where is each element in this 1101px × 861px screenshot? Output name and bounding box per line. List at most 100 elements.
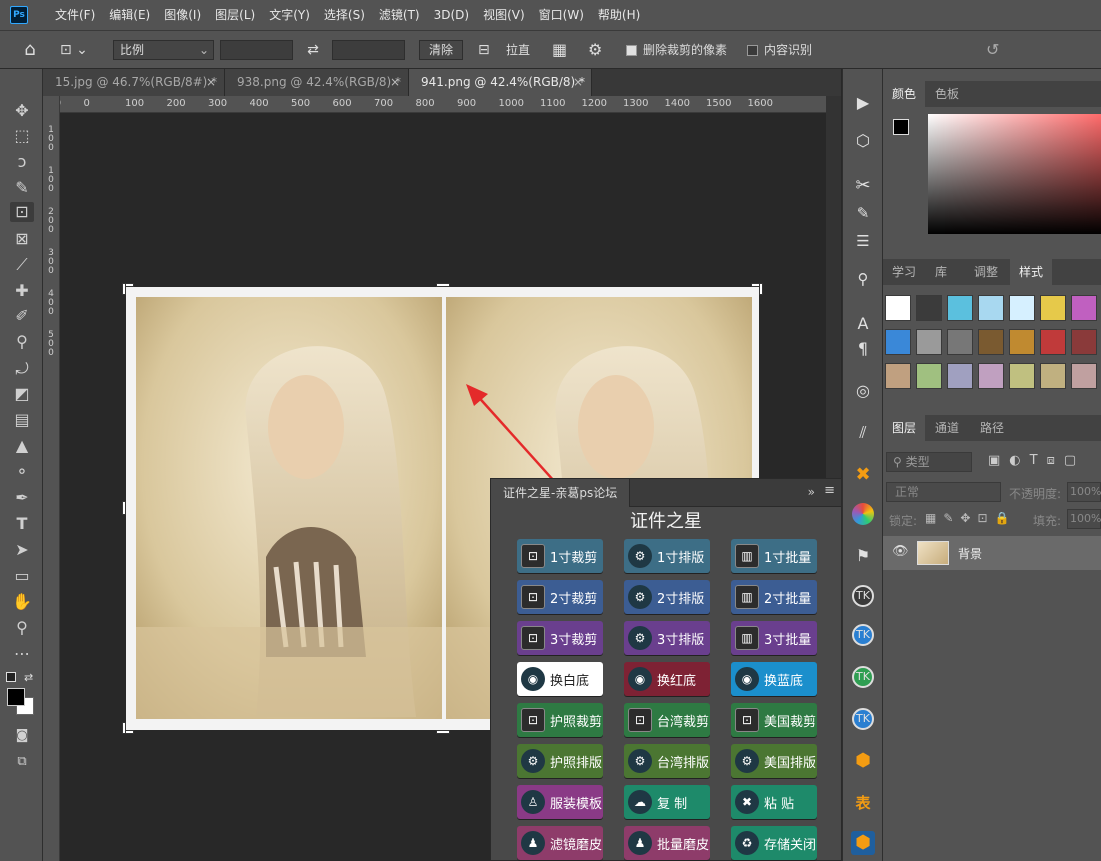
plugin-button[interactable]: ◉ 换蓝底 — [731, 662, 817, 696]
stamp-plugin-icon[interactable]: ⚑ — [851, 544, 875, 568]
layer-filter-select[interactable]: ⚲ 类型 — [886, 452, 972, 472]
plugin-button[interactable]: ⊡ 3寸裁剪 — [517, 621, 603, 655]
default-colors-icon[interactable] — [6, 672, 16, 682]
zoom-tool-icon[interactable]: ⚲ — [10, 618, 34, 638]
eye-icon[interactable]: 👁 — [892, 544, 909, 559]
plugin-button[interactable]: ⚙ 台湾排版 — [624, 744, 710, 778]
plugin-button[interactable]: ◉ 换白底 — [517, 662, 603, 696]
plugin-button[interactable]: ⚙ 3寸排版 — [624, 621, 710, 655]
close-icon[interactable]: × — [390, 69, 400, 96]
crop-handle-top-right-v[interactable] — [759, 283, 763, 295]
tab-layers[interactable]: 图层 — [883, 415, 926, 441]
style-preset-swatch[interactable] — [916, 363, 942, 389]
play-icon[interactable]: ▶ — [851, 91, 875, 115]
type-tool-icon[interactable]: T — [10, 514, 34, 534]
tab-adjustments[interactable]: 调整 — [965, 259, 1007, 285]
style-preset-swatch[interactable] — [1040, 295, 1066, 321]
plugin-button[interactable]: ♻ 存储关闭 — [731, 826, 817, 860]
plugin-button[interactable]: ✖ 粘 贴 — [731, 785, 817, 819]
clone-source-icon[interactable]: ⚲ — [851, 267, 875, 291]
crop-handle-left[interactable] — [122, 501, 126, 515]
menu-item[interactable]: 文件(F) — [48, 0, 102, 30]
plugin-button[interactable]: ⚙ 2寸排版 — [624, 580, 710, 614]
marquee-tool-icon[interactable]: ⬚ — [10, 126, 34, 146]
plugin-button[interactable]: ⚙ 1寸排版 — [624, 539, 710, 573]
style-preset-swatch[interactable] — [1009, 329, 1035, 355]
crop-tool-preset-icon[interactable]: ⊡ ⌄ — [60, 40, 100, 60]
table-plugin-icon[interactable]: 表 — [851, 791, 875, 815]
style-preset-swatch[interactable] — [1009, 363, 1035, 389]
menu-item[interactable]: 视图(V) — [476, 0, 532, 30]
straighten-label[interactable]: 拉直 — [506, 40, 530, 60]
adjust-sliders-icon[interactable]: ☰ — [851, 229, 875, 253]
tab-941-png[interactable]: 941.png @ 42.4%(RGB/8) * × — [409, 69, 592, 96]
height-input[interactable] — [332, 40, 405, 60]
blur-tool-icon[interactable]: ▲ — [10, 436, 34, 456]
stamp-tool-icon[interactable]: ⚲ — [10, 332, 34, 352]
style-preset-swatch[interactable] — [916, 329, 942, 355]
character-icon[interactable]: A — [851, 312, 875, 336]
quick-mask-icon[interactable]: ◙ — [10, 726, 34, 746]
home-icon[interactable]: ⌂ — [18, 40, 42, 60]
grid-overlay-icon[interactable]: ▦ — [552, 40, 572, 60]
style-preset-swatch[interactable] — [885, 329, 911, 355]
plugin-button[interactable]: ⊡ 美国裁剪 — [731, 703, 817, 737]
style-preset-swatch[interactable] — [1071, 363, 1097, 389]
plugin-button[interactable]: ♙ 服装模板 — [517, 785, 603, 819]
menu-item[interactable]: 窗口(W) — [532, 0, 591, 30]
menu-item[interactable]: 3D(D) — [427, 0, 476, 30]
plugin-button[interactable]: ♟ 滤镜磨皮 — [517, 826, 603, 860]
pen-tool-icon[interactable]: ✒ — [10, 488, 34, 508]
tab-swatches[interactable]: 色板 — [926, 81, 968, 107]
ratio-select[interactable]: 比例 ⌄ — [113, 40, 214, 60]
plugin-button[interactable]: ⊡ 1寸裁剪 — [517, 539, 603, 573]
tab-learn[interactable]: 学习 — [883, 259, 925, 285]
scissors-icon[interactable]: ✂ — [851, 174, 875, 198]
dodge-tool-icon[interactable]: ⚬ — [10, 462, 34, 482]
layer-row[interactable]: 👁 背景 — [883, 536, 1101, 570]
tk-plugin-blue2-icon[interactable]: TK — [852, 708, 874, 730]
tab-styles[interactable]: 样式 — [1010, 259, 1053, 285]
history-brush-tool-icon[interactable]: ⤾ — [10, 359, 34, 379]
plugin-button[interactable]: ⊡ 台湾裁剪 — [624, 703, 710, 737]
style-preset-swatch[interactable] — [885, 295, 911, 321]
3d-cube-icon[interactable]: ⬡ — [851, 129, 875, 153]
gradient-tool-icon[interactable]: ▤ — [10, 410, 34, 430]
style-preset-swatch[interactable] — [947, 295, 973, 321]
plugin-button[interactable]: ▥ 1寸批量 — [731, 539, 817, 573]
rectangle-tool-icon[interactable]: ▭ — [10, 566, 34, 586]
tk-plugin-blue-icon[interactable]: TK — [852, 624, 874, 646]
plugin-button[interactable]: ⚙ 护照排版 — [517, 744, 603, 778]
foreground-color-swatch[interactable] — [7, 688, 25, 706]
close-icon[interactable]: × — [573, 69, 583, 96]
menu-item[interactable]: 图层(L) — [208, 0, 262, 30]
plugin-title[interactable]: 证件之星-亲葛ps论坛 — [491, 479, 631, 507]
panel-menu-icon[interactable]: ≡ — [824, 483, 835, 498]
navigator-icon[interactable]: ◎ — [851, 379, 875, 403]
style-preset-swatch[interactable] — [1040, 329, 1066, 355]
plugin-button[interactable]: ☁ 复 制 — [624, 785, 710, 819]
tk-plugin-green-icon[interactable]: TK — [852, 666, 874, 688]
plugin-button[interactable]: ▥ 3寸批量 — [731, 621, 817, 655]
hexagon-plugin-icon[interactable]: ⬢ — [851, 831, 875, 855]
undo-icon[interactable]: ↺ — [986, 40, 1006, 60]
delete-cropped-checkbox[interactable]: 删除裁剪的像素 — [626, 40, 727, 60]
tab-libraries[interactable]: 库 — [926, 259, 956, 285]
crop-handle-top[interactable] — [436, 283, 450, 287]
style-preset-swatch[interactable] — [947, 363, 973, 389]
tools-plugin-icon[interactable]: ✖ — [851, 463, 875, 487]
quick-select-tool-icon[interactable]: ✎ — [10, 178, 34, 198]
menu-item[interactable]: 选择(S) — [317, 0, 372, 30]
menu-item[interactable]: 帮助(H) — [591, 0, 647, 30]
swap-colors-icon[interactable]: ⇄ — [24, 671, 33, 684]
lasso-tool-icon[interactable]: ↄ — [10, 152, 34, 172]
gear-icon[interactable]: ⚙ — [588, 40, 608, 60]
style-preset-swatch[interactable] — [978, 295, 1004, 321]
style-preset-swatch[interactable] — [1009, 295, 1035, 321]
swap-icon[interactable]: ⇄ — [303, 40, 323, 60]
crop-handle-top-left-v[interactable] — [122, 283, 126, 295]
screen-mode-icon[interactable]: ⧉ — [10, 752, 34, 772]
layer-filter-icons[interactable]: ▣◐T⧈▢ — [988, 453, 1085, 468]
menu-item[interactable]: 图像(I) — [157, 0, 208, 30]
brush-presets-icon[interactable]: ⫽ — [851, 421, 875, 445]
